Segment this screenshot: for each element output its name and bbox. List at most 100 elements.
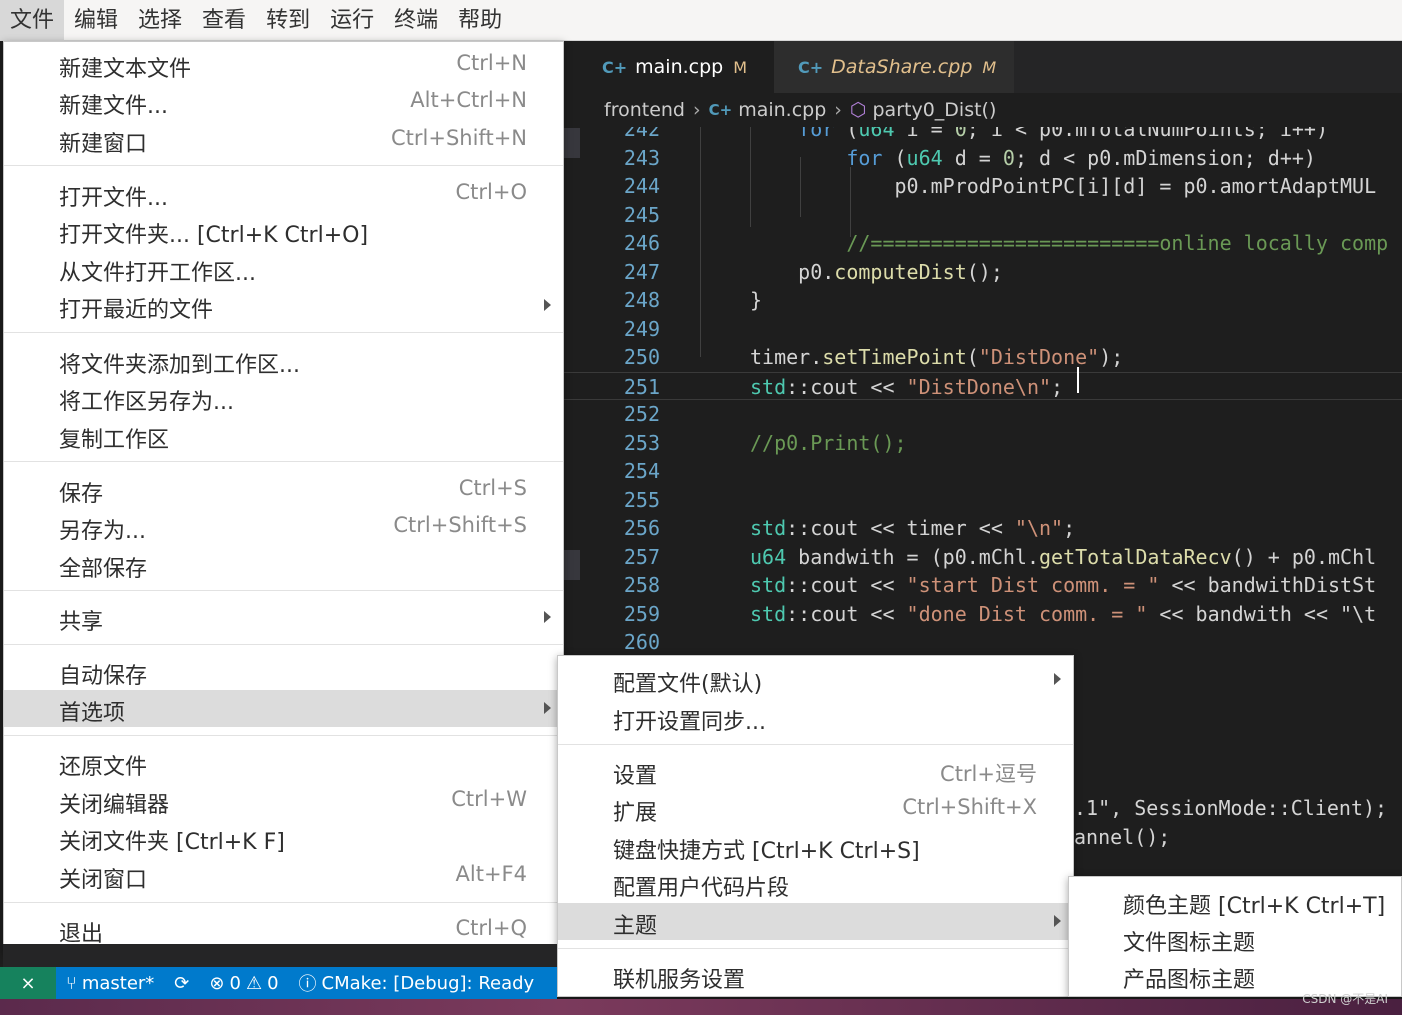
problems-indicator[interactable]: ⊗ 0 ⚠ 0 bbox=[199, 973, 288, 994]
menu-terminal[interactable]: 终端 bbox=[384, 0, 448, 41]
menu-item-new-file[interactable]: 新建文件... Alt+Ctrl+N bbox=[4, 83, 563, 120]
menu-item-close-editor[interactable]: 关闭编辑器 Ctrl+W bbox=[4, 782, 563, 819]
menu-item-new-window[interactable]: 新建窗口 Ctrl+Shift+N bbox=[4, 121, 563, 158]
line-number: 244 bbox=[623, 174, 660, 198]
code-line[interactable]: 252 bbox=[564, 400, 1402, 428]
menu-item-shortcut: Alt+Ctrl+N bbox=[410, 88, 527, 112]
menu-item-shortcut: Ctrl+N bbox=[456, 51, 527, 75]
menu-item-save-as[interactable]: 另存为... Ctrl+Shift+S bbox=[4, 508, 563, 545]
menu-item-close-window[interactable]: 关闭窗口 Alt+F4 bbox=[4, 857, 563, 894]
code-text: std::cout << timer << "\n"; bbox=[750, 516, 1076, 540]
code-line[interactable]: 253 //p0.Print(); bbox=[564, 429, 1402, 457]
menu-item-auto-save[interactable]: 自动保存 bbox=[4, 653, 563, 690]
menu-item-duplicate-workspace[interactable]: 复制工作区 bbox=[4, 417, 563, 454]
menu-item-label: 联机服务设置 bbox=[613, 968, 746, 993]
code-line[interactable]: 259 std::cout << "done Dist comm. = " << … bbox=[564, 600, 1402, 628]
code-line[interactable]: 257 u64 bandwith = (p0.mChl.getTotalDataR… bbox=[564, 543, 1402, 571]
menu-view[interactable]: 查看 bbox=[192, 0, 256, 41]
sync-button[interactable]: ⟳ bbox=[164, 973, 199, 994]
menu-item-open-workspace[interactable]: 从文件打开工作区... bbox=[4, 250, 563, 287]
remote-icon[interactable]: ⨯ bbox=[0, 967, 56, 999]
menu-item-close-folder[interactable]: 关闭文件夹 [Ctrl+K F] bbox=[4, 819, 563, 856]
code-line[interactable]: 260 bbox=[564, 628, 1402, 656]
menu-item-save-workspace-as[interactable]: 将工作区另存为... bbox=[4, 379, 563, 416]
menu-item-add-folder[interactable]: 将文件夹添加到工作区... bbox=[4, 342, 563, 379]
menu-item-open-file[interactable]: 打开文件... Ctrl+O bbox=[4, 175, 563, 212]
menu-item-label: 还原文件 bbox=[59, 755, 148, 780]
menu-item-theme[interactable]: 主题 bbox=[558, 903, 1073, 940]
code-line[interactable]: 242 for (u64 i = 0; i < p0.mTotalNumPoin… bbox=[564, 127, 1402, 143]
menu-item-file-icon-theme[interactable]: 文件图标主题 bbox=[1069, 920, 1401, 957]
line-number: 249 bbox=[623, 316, 660, 341]
menu-item-label: 打开文件... bbox=[59, 186, 168, 211]
code-line[interactable]: 245 bbox=[564, 201, 1402, 229]
cpp-file-icon: C+ bbox=[602, 57, 628, 77]
menu-item-profile[interactable]: 配置文件(默认) bbox=[558, 661, 1073, 698]
menu-item-label: 新建窗口 bbox=[59, 132, 148, 157]
menu-item-preferences[interactable]: 首选项 bbox=[4, 690, 563, 727]
code-line[interactable]: 249 bbox=[564, 315, 1402, 343]
menu-item-label: 扩展 bbox=[613, 801, 658, 826]
menu-help[interactable]: 帮助 bbox=[448, 0, 512, 41]
menu-item-label: 打开设置同步... bbox=[613, 710, 766, 735]
menu-selection[interactable]: 选择 bbox=[128, 0, 192, 41]
code-line[interactable]: 247 p0.computeDist(); bbox=[564, 258, 1402, 286]
code-line[interactable]: 251 std::cout << "DistDone\n"; bbox=[564, 371, 1402, 400]
indent-guide bbox=[800, 157, 801, 217]
menu-item-keyboard-shortcuts[interactable]: 键盘快捷方式 [Ctrl+K Ctrl+S] bbox=[558, 828, 1073, 865]
code-line[interactable]: 244 p0.mProdPointPC[i][d] = p0.amortAdap… bbox=[564, 172, 1402, 200]
menu-run[interactable]: 运行 bbox=[320, 0, 384, 41]
code-text: u64 bandwith = (p0.mChl.getTotalDataRecv… bbox=[750, 544, 1377, 569]
menu-item-share[interactable]: 共享 bbox=[4, 599, 563, 636]
menu-item-open-folder[interactable]: 打开文件夹... [Ctrl+K Ctrl+O] bbox=[4, 212, 563, 249]
breadcrumb-folder[interactable]: frontend bbox=[604, 99, 685, 121]
submenu-arrow-icon bbox=[544, 299, 551, 311]
code-line[interactable]: 256 std::cout << timer << "\n"; bbox=[564, 514, 1402, 542]
menu-item-label: 文件图标主题 bbox=[1123, 931, 1256, 956]
code-line[interactable]: 254 bbox=[564, 457, 1402, 485]
watermark: CSDN @不是AI bbox=[1302, 992, 1388, 1006]
menu-item-settings[interactable]: 设置 Ctrl+逗号 bbox=[558, 753, 1073, 790]
menu-item-open-recent[interactable]: 打开最近的文件 bbox=[4, 287, 563, 324]
menu-edit[interactable]: 编辑 bbox=[64, 0, 128, 41]
menu-item-user-snippets[interactable]: 配置用户代码片段 bbox=[558, 865, 1073, 902]
info-icon: ⓘ bbox=[298, 974, 317, 995]
code-line[interactable]: 258 std::cout << "start Dist comm. = " <<… bbox=[564, 571, 1402, 599]
code-line[interactable]: 246 //========================online loc… bbox=[564, 229, 1402, 257]
line-number: 243 bbox=[623, 145, 660, 170]
menu-item-label: 复制工作区 bbox=[59, 428, 170, 453]
code-text: } bbox=[750, 288, 763, 312]
code-line[interactable]: 248} bbox=[564, 286, 1402, 314]
code-line[interactable]: 250 timer.setTimePoint("DistDone"); bbox=[564, 343, 1402, 371]
menu-item-save-all[interactable]: 全部保存 bbox=[4, 546, 563, 583]
menu-go[interactable]: 转到 bbox=[256, 0, 320, 41]
code-text: .1", SessionMode::Client); bbox=[1074, 796, 1388, 820]
breadcrumb-symbol[interactable]: party0_Dist() bbox=[872, 99, 996, 121]
menu-item-label: 关闭编辑器 bbox=[59, 793, 170, 818]
breadcrumb-file[interactable]: main.cpp bbox=[738, 99, 826, 121]
code-line[interactable]: 255 bbox=[564, 486, 1402, 514]
code-line[interactable]: 243 for (u64 d = 0; d < p0.mDimension; d… bbox=[564, 144, 1402, 172]
line-number: 251 bbox=[623, 374, 660, 399]
tab-main-cpp[interactable]: C+ main.cpp M bbox=[564, 41, 774, 93]
menu-item-online-services[interactable]: 联机服务设置 bbox=[558, 957, 1073, 994]
line-number: 245 bbox=[623, 202, 660, 227]
menu-item-product-icon-theme[interactable]: 产品图标主题 bbox=[1069, 957, 1401, 994]
menu-item-revert-file[interactable]: 还原文件 bbox=[4, 744, 563, 781]
menu-item-save[interactable]: 保存 Ctrl+S bbox=[4, 471, 563, 508]
cmake-status[interactable]: ⓘ CMake: [Debug]: Ready bbox=[289, 970, 545, 996]
theme-submenu: 颜色主题 [Ctrl+K Ctrl+T] 文件图标主题 产品图标主题 bbox=[1068, 876, 1402, 997]
code-text: std::cout << "start Dist comm. = " << ba… bbox=[750, 573, 1377, 597]
line-number: 257 bbox=[623, 544, 660, 569]
menu-item-settings-sync[interactable]: 打开设置同步... bbox=[558, 699, 1073, 736]
tab-datashare-cpp[interactable]: C+ DataShare.cpp M bbox=[774, 41, 1014, 93]
sync-icon: ⟳ bbox=[174, 972, 190, 994]
menu-file[interactable]: 文件 bbox=[0, 0, 65, 41]
menu-item-color-theme[interactable]: 颜色主题 [Ctrl+K Ctrl+T] bbox=[1069, 883, 1401, 920]
menu-item-extensions[interactable]: 扩展 Ctrl+Shift+X bbox=[558, 790, 1073, 827]
menu-item-exit[interactable]: 退出 Ctrl+Q bbox=[4, 911, 563, 948]
branch-indicator[interactable]: ⑂ master* bbox=[56, 973, 164, 994]
menu-item-shortcut: Ctrl+W bbox=[451, 787, 527, 811]
menu-item-new-text-file[interactable]: 新建文本文件 Ctrl+N bbox=[4, 46, 563, 83]
indent-guide bbox=[750, 127, 751, 227]
